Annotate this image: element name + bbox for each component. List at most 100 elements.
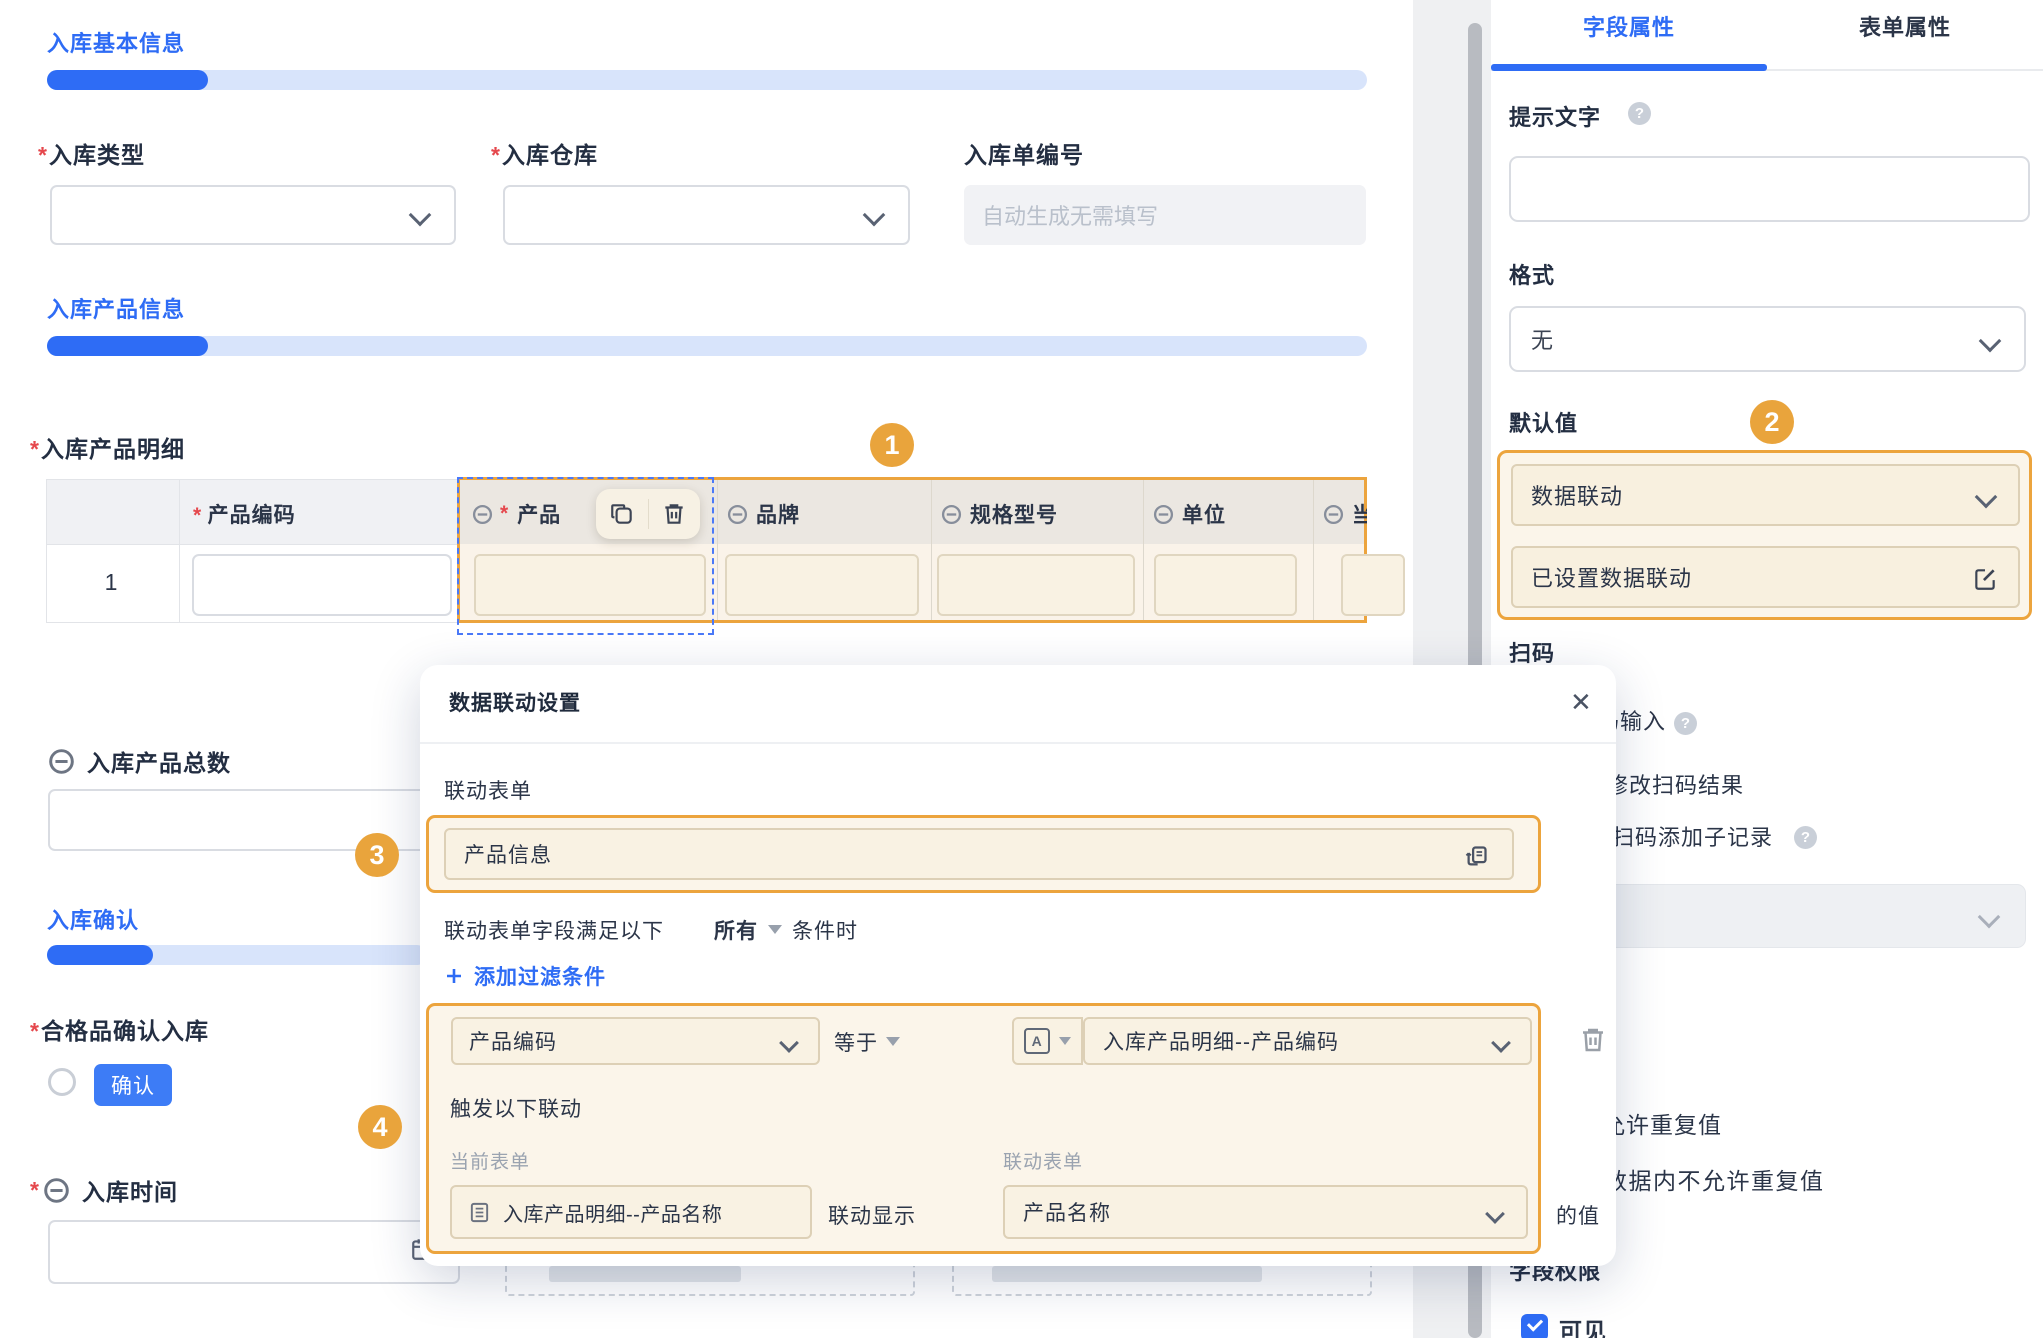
tab-field-props[interactable]: 字段属性: [1491, 10, 1767, 42]
help-icon[interactable]: ?: [1794, 826, 1817, 849]
required-mark: *: [193, 504, 201, 527]
annotation-badge-2: 2: [1750, 400, 1794, 444]
field-label-total: 入库产品总数: [48, 744, 231, 778]
condition-suffix: 条件时: [792, 915, 858, 945]
delete-condition-icon[interactable]: [1578, 1025, 1608, 1055]
inbound-warehouse-select[interactable]: [503, 185, 910, 245]
detail-subtable: * 产品编码 1 * 产品 品牌 规格型号: [46, 479, 1367, 623]
help-icon[interactable]: ?: [1628, 102, 1651, 125]
scan-option-add-subrecord: 扫码添加子记录: [1612, 820, 1773, 852]
condition-operator[interactable]: 等于: [834, 1027, 878, 1057]
order-no-placeholder: 自动生成无需填写: [982, 199, 1158, 231]
section-title-confirm: 入库确认: [47, 903, 139, 935]
edit-icon[interactable]: [1972, 566, 1998, 592]
link-icon: [1323, 504, 1344, 525]
linked-form-input[interactable]: 产品信息: [444, 828, 1514, 880]
section-title-basic: 入库基本信息: [47, 26, 185, 58]
close-icon[interactable]: ✕: [1570, 687, 1592, 718]
hint-input[interactable]: [1509, 156, 2030, 222]
table-grid-line: [179, 479, 180, 623]
brand-cell-input[interactable]: [725, 554, 919, 616]
trash-icon[interactable]: [661, 501, 687, 527]
format-select-value: 无: [1531, 323, 1554, 355]
chevron-down-icon: [779, 1033, 799, 1053]
col-header-current: 当: [1323, 499, 1367, 529]
table-grid-line: [1143, 480, 1144, 620]
subtable-icon: [468, 1201, 491, 1224]
format-select[interactable]: 无: [1509, 306, 2026, 372]
required-mark: *: [38, 142, 47, 168]
data-linkage-modal: 数据联动设置 ✕ 联动表单 产品信息 联动表单字段满足以下 所有 条件时 添加过…: [420, 665, 1616, 1266]
spec-cell-input[interactable]: [937, 554, 1135, 616]
required-mark: *: [491, 142, 500, 168]
value-suffix-label: 的值: [1556, 1200, 1600, 1230]
table-grid-line: [931, 480, 932, 620]
product-code-cell-input[interactable]: [192, 554, 452, 616]
condition-field-select[interactable]: 产品编码: [451, 1017, 820, 1065]
link-icon: [43, 1177, 70, 1204]
field-label-inbound-type: *入库类型: [38, 136, 145, 170]
section-progress-fill: [47, 336, 208, 356]
switch-form-icon[interactable]: [1463, 843, 1490, 870]
visible-label: 可见: [1559, 1312, 1607, 1338]
chevron-down-icon: [409, 204, 432, 227]
confirm-option-button[interactable]: 确认: [94, 1064, 172, 1106]
linked-field-select[interactable]: 产品名称: [1003, 1185, 1528, 1239]
col-header-spec: 规格型号: [941, 499, 1058, 529]
col-header-brand: 品牌: [727, 499, 800, 529]
caret-down-icon: [1059, 1037, 1071, 1045]
section-progress-fill: [47, 945, 153, 965]
help-icon[interactable]: ?: [1674, 712, 1697, 735]
annotation-badge-4: 4: [358, 1105, 402, 1149]
condition-value: 入库产品明细--产品编码: [1103, 1026, 1339, 1056]
qualified-radio[interactable]: [48, 1068, 76, 1096]
order-no-input: 自动生成无需填写: [964, 185, 1366, 245]
caret-down-icon: [886, 1037, 900, 1046]
condition-mode-select[interactable]: 所有: [714, 915, 758, 945]
table-grid-line: [717, 480, 718, 620]
link-display-label: 联动显示: [828, 1200, 916, 1230]
value-type-selector[interactable]: A: [1012, 1017, 1083, 1065]
linked-field-value: 产品名称: [1023, 1197, 1111, 1227]
copy-icon[interactable]: [609, 501, 635, 527]
time-input[interactable]: [48, 1220, 460, 1284]
current-form-label: 当前表单: [450, 1147, 530, 1174]
field-label-inbound-warehouse: *入库仓库: [491, 136, 598, 170]
field-label-detail-table: *入库产品明细: [30, 430, 185, 464]
total-input[interactable]: [48, 789, 460, 851]
current-cell-input[interactable]: [1341, 554, 1405, 616]
chevron-down-icon: [1979, 330, 2002, 353]
link-icon: [727, 504, 748, 525]
col-header-unit: 单位: [1153, 499, 1226, 529]
current-form-field-box[interactable]: 入库产品明细--产品名称: [450, 1185, 812, 1239]
skeleton-bar: [992, 1266, 1262, 1282]
required-mark: *: [30, 1177, 39, 1204]
plus-icon: [444, 966, 464, 986]
table-grid-line: [1313, 480, 1314, 620]
modal-title: 数据联动设置: [449, 687, 581, 717]
tab-form-props[interactable]: 表单属性: [1767, 10, 2043, 42]
linked-form-value: 产品信息: [464, 839, 552, 869]
condition-value-select[interactable]: 入库产品明细--产品编码: [1083, 1017, 1532, 1065]
field-label-order-no: 入库单编号: [964, 136, 1084, 170]
trigger-section-label: 触发以下联动: [450, 1093, 582, 1123]
toolbar-divider: [648, 499, 649, 529]
unit-cell-input[interactable]: [1154, 554, 1297, 616]
required-mark: *: [30, 436, 39, 462]
add-filter-link[interactable]: 添加过滤条件: [444, 961, 606, 991]
current-form-field-value: 入库产品明细--产品名称: [503, 1198, 722, 1227]
field-toolbar: [596, 489, 700, 539]
chevron-down-icon: [863, 204, 886, 227]
default-mode-select[interactable]: 数据联动: [1511, 464, 2020, 526]
scan-label: 扫码: [1509, 636, 1555, 668]
link-icon: [48, 748, 75, 775]
linked-form-label: 联动表单: [444, 775, 532, 805]
section-progress-track: [47, 336, 1367, 356]
default-mode-value: 数据联动: [1531, 479, 1623, 511]
section-progress-fill: [47, 70, 208, 90]
visible-checkbox[interactable]: [1521, 1314, 1548, 1338]
inbound-type-select[interactable]: [50, 185, 456, 245]
chevron-down-icon: [1485, 1204, 1505, 1224]
field-label-qualified: *合格品确认入库: [30, 1012, 209, 1046]
condition-field-value: 产品编码: [469, 1026, 557, 1056]
